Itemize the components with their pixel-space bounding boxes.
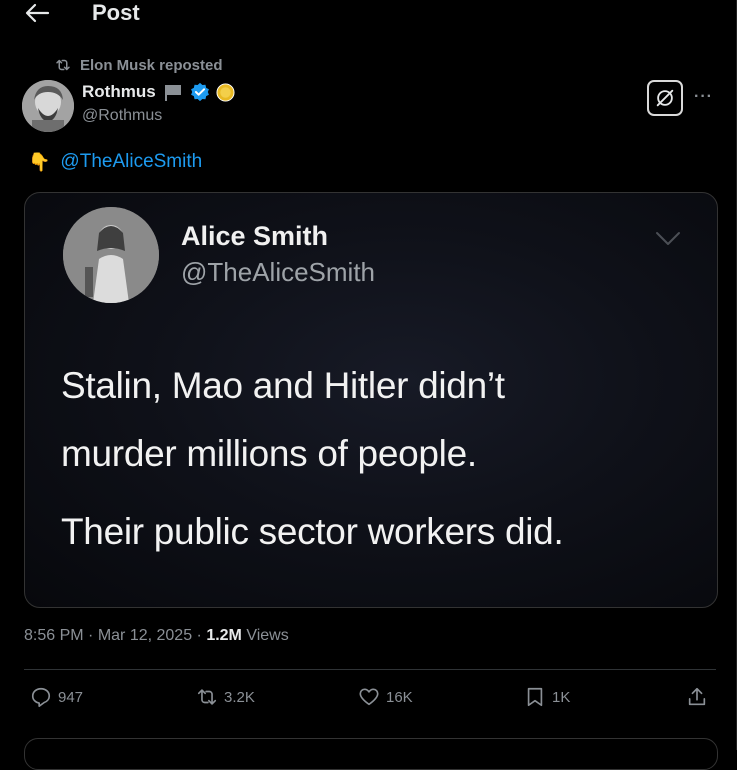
gold-coin-icon xyxy=(216,82,235,102)
bookmark-count: 1K xyxy=(552,688,571,706)
reply-count: 947 xyxy=(58,688,84,706)
media-author-handle: @TheAliceSmith xyxy=(181,257,376,287)
share-icon xyxy=(688,687,706,706)
media-text-line: Their public sector workers did. xyxy=(61,511,564,552)
share-button[interactable] xyxy=(686,686,708,708)
reply-icon xyxy=(31,687,51,707)
like-button[interactable]: 16K xyxy=(358,686,413,708)
repost-context[interactable]: Elon Musk reposted xyxy=(54,55,223,75)
meta-separator: · xyxy=(83,627,98,644)
post-meta: 8:56 PM · Mar 12, 2025 · 1.2M Views xyxy=(24,627,289,645)
author-handle[interactable]: @Rothmus xyxy=(82,107,162,125)
media-avatar xyxy=(63,207,159,303)
tweet-media-image[interactable]: Alice Smith @TheAliceSmith Stalin, Mao a… xyxy=(24,192,718,608)
bookmark-icon xyxy=(527,687,543,707)
like-count: 16K xyxy=(386,688,413,706)
meta-separator: · xyxy=(192,627,207,644)
back-arrow-icon xyxy=(25,3,50,23)
tweet-text: 👇 @TheAliceSmith xyxy=(28,151,202,173)
divider xyxy=(24,669,716,670)
header: Post xyxy=(0,0,737,28)
repost-icon xyxy=(56,59,70,71)
views-label: Views xyxy=(241,627,289,644)
views-count: 1.2M xyxy=(206,627,242,644)
flag-icon xyxy=(164,85,181,101)
author-name[interactable]: Rothmus xyxy=(82,82,156,102)
media-avatar-image xyxy=(63,207,159,303)
author-name-row: Rothmus xyxy=(82,81,235,103)
page-title: Post xyxy=(92,0,140,25)
repost-button[interactable]: 3.2K xyxy=(196,686,255,708)
media-author-name: Alice Smith xyxy=(181,221,329,251)
like-icon xyxy=(359,688,379,706)
repost-icon xyxy=(197,689,217,705)
avatar-image xyxy=(22,80,74,132)
media-text-line: Stalin, Mao and Hitler didn’t xyxy=(61,365,505,406)
repost-count: 3.2K xyxy=(224,688,255,706)
mention-link[interactable]: @TheAliceSmith xyxy=(60,151,202,173)
post-time[interactable]: 8:56 PM xyxy=(24,627,84,644)
more-icon[interactable]: ··· xyxy=(694,88,713,106)
action-bar: 947 3.2K 16K 1K xyxy=(0,686,737,716)
media-text-line: murder millions of people. xyxy=(61,433,477,474)
pointing-down-emoji: 👇 xyxy=(28,151,51,172)
verified-badge-icon xyxy=(190,82,209,102)
repost-text: Elon Musk reposted xyxy=(80,56,223,74)
grok-icon xyxy=(656,89,674,107)
bookmark-button[interactable]: 1K xyxy=(524,686,570,708)
back-button[interactable] xyxy=(24,2,50,24)
author-avatar[interactable] xyxy=(22,80,74,132)
post-date[interactable]: Mar 12, 2025 xyxy=(98,627,192,644)
reply-button[interactable]: 947 xyxy=(30,686,83,708)
reply-composer[interactable] xyxy=(24,738,718,770)
chevron-down-icon xyxy=(656,232,680,245)
grok-button[interactable] xyxy=(647,80,683,116)
